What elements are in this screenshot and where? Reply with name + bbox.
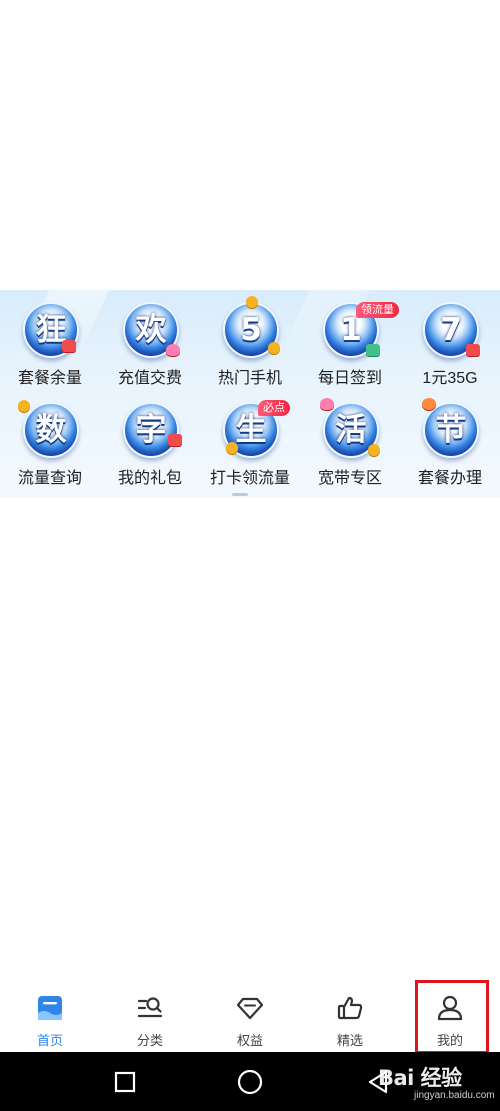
category-search-icon [137, 997, 163, 1018]
orange-ball-icon [422, 398, 436, 410]
grid-item-checkin-data[interactable]: 生 必点 打卡领流量 [200, 394, 300, 494]
home-icon [38, 996, 62, 1020]
coin-icon [268, 342, 280, 354]
grid-item-hot-phones[interactable]: 5 热门手机 [200, 294, 300, 394]
coin-icon [18, 400, 30, 412]
grid-item-broadband[interactable]: 活 宽带专区 [300, 394, 400, 494]
grid-item-label: 热门手机 [217, 370, 282, 387]
tab-label: 分类 [136, 1033, 163, 1048]
service-grid-row-2: 数 流量查询 字 我的礼包 生 必点 打卡领流量 活 宽带专区 节 套餐办理 [0, 394, 500, 494]
tab-category[interactable]: 分类 [100, 986, 200, 1052]
gift-box-icon [466, 344, 480, 356]
tab-label: 首页 [36, 1033, 63, 1048]
recent-apps-button[interactable] [109, 1066, 141, 1098]
must-click-tag: 必点 [258, 400, 290, 416]
balloon-icon [320, 398, 334, 410]
grid-item-label: 宽带专区 [317, 470, 382, 487]
grid-item-daily-checkin[interactable]: 1 领流量 每日签到 [300, 294, 400, 394]
grid-item-package-signup[interactable]: 节 套餐办理 [400, 394, 500, 494]
service-grid-row-1: 狂 套餐余量 欢 充值交费 5 热门手机 1 领流量 每日签到 7 1元35G [0, 294, 500, 394]
grid-item-label: 套餐办理 [417, 470, 482, 487]
watermark-url: jingyan.baidu.com [414, 1090, 495, 1101]
home-circle-icon [237, 1069, 263, 1095]
get-data-tag: 领流量 [356, 302, 399, 318]
grid-item-label: 我的礼包 [117, 470, 182, 487]
grid-item-1yuan-35g[interactable]: 7 1元35G [400, 294, 500, 394]
home-button[interactable] [234, 1066, 266, 1098]
tab-label: 精选 [336, 1033, 363, 1048]
ticket-icon [366, 344, 380, 356]
tab-label: 权益 [236, 1033, 263, 1048]
diamond-icon [236, 997, 264, 1020]
watermark-main-text: Bai 经验 [378, 1066, 462, 1090]
baidu-jingyan-watermark: Bai 经验 jingyan.baidu.com [368, 1060, 498, 1108]
tab-benefits[interactable]: 权益 [200, 986, 300, 1052]
crown-icon [246, 296, 258, 308]
grid-item-recharge[interactable]: 欢 充值交费 [100, 294, 200, 394]
grid-item-data-query[interactable]: 数 流量查询 [0, 394, 100, 494]
red-envelope-icon [62, 340, 76, 352]
phone-screen: 狂 套餐余量 欢 充值交费 5 热门手机 1 领流量 每日签到 7 1元35G … [0, 0, 500, 1111]
shu-badge-icon: 数 [23, 402, 79, 458]
annotation-highlight-box [415, 980, 489, 1054]
coin-stack-icon [226, 442, 238, 454]
tab-featured[interactable]: 精选 [300, 986, 400, 1052]
grid-item-label: 打卡领流量 [209, 470, 290, 487]
grid-item-label: 充值交费 [117, 370, 182, 387]
red-envelope-icon [168, 434, 182, 446]
gift-icon [166, 344, 180, 356]
jie-badge-icon: 节 [423, 402, 479, 458]
grid-item-label: 每日签到 [317, 370, 382, 387]
thumbs-up-icon [337, 996, 363, 1020]
grid-item-label: 套餐余量 [17, 370, 82, 387]
grid-item-label: 1元35G [422, 370, 478, 387]
grid-item-label: 流量查询 [17, 470, 82, 487]
recent-apps-icon [114, 1071, 136, 1093]
tab-home[interactable]: 首页 [0, 986, 100, 1052]
system-navigation-bar: Bai 经验 jingyan.baidu.com [0, 1052, 500, 1111]
zi-badge-icon: 字 [123, 402, 179, 458]
rocket-icon [368, 444, 380, 456]
service-grid-panel: 狂 套餐余量 欢 充值交费 5 热门手机 1 领流量 每日签到 7 1元35G … [0, 290, 500, 498]
grid-item-package-balance[interactable]: 狂 套餐余量 [0, 294, 100, 394]
grid-item-my-gifts[interactable]: 字 我的礼包 [100, 394, 200, 494]
page-indicator [232, 493, 248, 496]
